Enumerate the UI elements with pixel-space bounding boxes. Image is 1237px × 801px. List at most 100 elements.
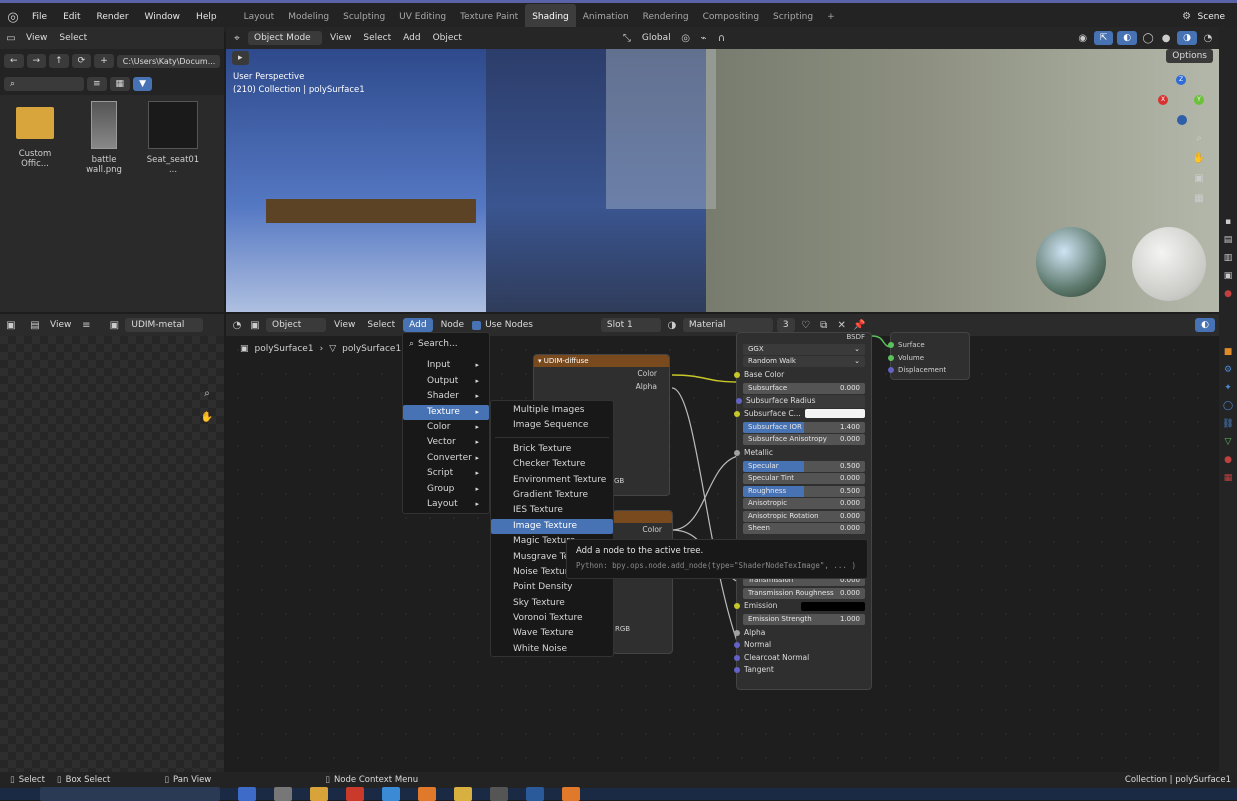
node-header[interactable]: ▾ UDIM-diffuse xyxy=(534,355,669,367)
texture-menu-item[interactable]: Voronoi Texture xyxy=(491,611,613,626)
folder-icon[interactable]: ▭ xyxy=(4,31,18,45)
texture-menu-item[interactable]: Image Texture xyxy=(491,518,613,535)
bsdf-field[interactable]: Subsurface Anisotropy 0.000 xyxy=(743,434,865,445)
material-shading-icon[interactable]: ◑ xyxy=(1177,31,1197,45)
add-menu-item-layout[interactable]: Layout ▸ xyxy=(403,497,489,512)
viewport-object-menu[interactable]: Object xyxy=(429,33,466,43)
image-browse-icon[interactable]: ▣ xyxy=(107,318,121,332)
add-menu-item-converter[interactable]: Converter ▸ xyxy=(403,451,489,466)
image-view-menu[interactable]: View xyxy=(46,320,75,330)
pan-hand-icon[interactable]: ✋ xyxy=(200,410,214,424)
input-socket[interactable] xyxy=(734,449,740,456)
node-editor[interactable]: ◔ ▣ Object View Select Add Node Use Node… xyxy=(226,314,1219,772)
displacement-socket[interactable] xyxy=(888,367,894,374)
back-icon[interactable]: ← xyxy=(4,54,24,68)
forward-icon[interactable]: → xyxy=(26,54,47,68)
gizmo-neg-z-axis[interactable] xyxy=(1177,115,1187,125)
search-icon[interactable]: ⌕ xyxy=(4,77,84,91)
add-menu-item-color[interactable]: Color ▸ xyxy=(403,420,489,435)
viewport-add-menu[interactable]: Add xyxy=(399,33,424,43)
gizmo-toggle-icon[interactable]: ⇱ xyxy=(1093,31,1114,45)
color-swatch[interactable] xyxy=(801,601,865,611)
bsdf-field[interactable]: Roughness 0.500 xyxy=(743,485,865,497)
color-swatch[interactable] xyxy=(804,409,865,419)
viewport-scene[interactable]: User Perspective (210) Collection | poly… xyxy=(226,49,1219,312)
add-menu-item-script[interactable]: Script ▸ xyxy=(403,466,489,481)
add-menu-item-group[interactable]: Group ▸ xyxy=(403,482,489,497)
texture-menu-item[interactable]: Point Density xyxy=(491,580,613,595)
wireframe-shading-icon[interactable]: ◯ xyxy=(1141,31,1155,45)
add-menu-item-output[interactable]: Output ▸ xyxy=(403,374,489,389)
texture-menu-item[interactable]: Gradient Texture xyxy=(491,488,613,503)
texture-menu-item[interactable]: Wave Texture xyxy=(491,626,613,641)
view-layer-icon[interactable]: ▣ xyxy=(1224,271,1233,281)
bsdf-input[interactable]: Tangent xyxy=(734,664,871,677)
input-socket[interactable] xyxy=(734,410,740,417)
taskbar-app-icon[interactable] xyxy=(382,787,400,801)
bsdf-input[interactable]: Clearcoat Normal xyxy=(734,652,871,665)
taskbar-app-icon[interactable] xyxy=(346,787,364,801)
texture-menu-item[interactable]: Brick Texture xyxy=(491,442,613,457)
bsdf-field[interactable]: Specular 0.500 xyxy=(743,460,865,472)
grid-icon[interactable]: ▦ xyxy=(1192,191,1206,205)
render-icon[interactable]: ▤ xyxy=(1224,235,1233,245)
bsdf-input[interactable]: Normal xyxy=(734,639,871,652)
input-socket[interactable] xyxy=(734,654,740,661)
input-socket[interactable] xyxy=(734,629,740,636)
physics-icon[interactable]: ◯ xyxy=(1223,401,1233,411)
gizmo-z-axis[interactable]: Z xyxy=(1176,75,1186,85)
file-item-image[interactable]: battle wall.png xyxy=(76,101,132,175)
input-socket[interactable] xyxy=(734,371,740,378)
tool-icon[interactable]: ▪ xyxy=(1225,217,1231,227)
add-menu-item-shader[interactable]: Shader ▸ xyxy=(403,389,489,404)
input-socket[interactable] xyxy=(736,398,742,405)
add-menu-item-vector[interactable]: Vector ▸ xyxy=(403,435,489,450)
start-search-icon[interactable] xyxy=(40,787,220,801)
snap-icon[interactable]: ⌁ xyxy=(697,31,711,45)
bsdf-input[interactable]: Subsurface Radius xyxy=(736,395,865,408)
filter-icon[interactable]: ▼ xyxy=(133,77,152,91)
bsdf-input[interactable]: Subsurface C... xyxy=(734,408,871,421)
blender-logo-icon[interactable]: ◎ xyxy=(6,10,20,25)
object-mode-dropdown[interactable]: Object Mode xyxy=(248,31,322,45)
add-menu-item-texture[interactable]: Texture ▸ xyxy=(403,404,489,420)
file-view-menu[interactable]: View xyxy=(22,33,51,43)
input-socket[interactable] xyxy=(734,667,740,674)
texture-menu-item[interactable]: Image Sequence xyxy=(491,418,613,433)
thumbnail-view-icon[interactable]: ▦ xyxy=(109,77,131,91)
pan-hand-icon[interactable]: ✋ xyxy=(1192,151,1206,165)
bsdf-field[interactable]: Sheen 0.000 xyxy=(743,523,865,534)
add-menu-item-input[interactable]: Input ▸ xyxy=(403,358,489,373)
input-socket[interactable] xyxy=(734,642,740,649)
data-icon[interactable]: ▽ xyxy=(1225,437,1232,447)
color-space-value[interactable]: RGB xyxy=(615,625,630,633)
bsdf-input[interactable]: Emission xyxy=(734,600,871,613)
texture-icon[interactable]: ▦ xyxy=(1224,473,1233,483)
bsdf-field[interactable]: Anisotropic 0.000 xyxy=(743,498,865,509)
bsdf-field[interactable]: Subsurface IOR 1.400 xyxy=(743,421,865,433)
gizmo-y-axis[interactable]: Y xyxy=(1194,95,1204,105)
zoom-icon[interactable]: ⌕ xyxy=(200,386,214,400)
viewport-3d[interactable]: ⌖ Object Mode View Select Add Object ⤡ G… xyxy=(226,27,1219,312)
principled-bsdf-node[interactable]: BSDF GGX ⌄ Random Walk ⌄ Base Color Subsurf… xyxy=(734,332,872,690)
options-dropdown[interactable]: Options xyxy=(1166,49,1213,63)
file-item-image[interactable]: Seat_seat01 ... xyxy=(142,101,204,175)
bsdf-field[interactable]: Specular Tint 0.000 xyxy=(743,473,865,484)
texture-menu-item[interactable]: Environment Texture xyxy=(491,473,613,488)
editor-type-icon[interactable]: ⌖ xyxy=(230,31,244,45)
object-icon[interactable]: ■ xyxy=(1224,347,1233,357)
taskbar-app-icon[interactable] xyxy=(418,787,436,801)
transform-icon[interactable]: ⤡ xyxy=(620,31,634,45)
image-texture-node[interactable]: Color RGB xyxy=(612,510,673,654)
toolbar-toggle-icon[interactable]: ▸ xyxy=(232,51,249,65)
path-field[interactable]: C:\Users\Katy\Docum... xyxy=(116,54,220,68)
search-item[interactable]: ⌕ Search... xyxy=(403,337,489,352)
taskbar-app-icon[interactable] xyxy=(274,787,292,801)
file-item-folder[interactable]: Custom Offic... xyxy=(4,101,66,169)
view-mode-icon[interactable]: ▤ xyxy=(28,318,42,332)
texture-menu-item[interactable]: Sky Texture xyxy=(491,596,613,611)
modifier-icon[interactable]: ⚙ xyxy=(1224,365,1232,375)
viewport-select-menu[interactable]: Select xyxy=(359,33,395,43)
texture-menu-item[interactable]: White Noise xyxy=(491,642,613,657)
bsdf-field[interactable]: Emission Strength 1.000 xyxy=(743,614,865,625)
